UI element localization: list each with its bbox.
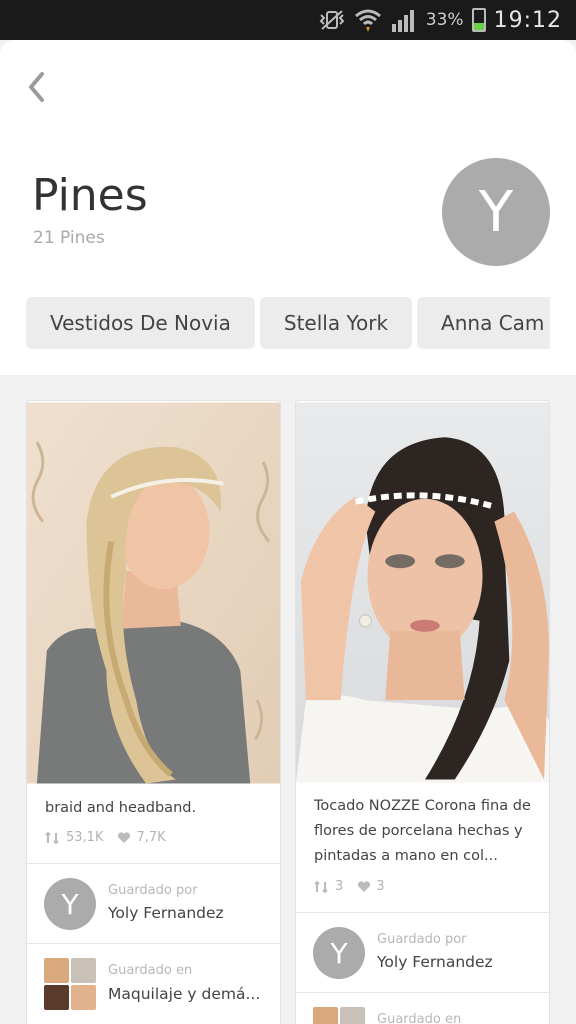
pin-caption: braid and headband.: [45, 800, 197, 816]
chip-anna-campbell[interactable]: Anna Cam: [417, 297, 550, 349]
like-stat: 7,7K: [117, 830, 166, 845]
caption-line: pintadas a mano en col...: [314, 848, 498, 864]
heart-icon: [118, 832, 131, 843]
pin-caption: Tocado NOZZE Corona fina de flores de po…: [314, 794, 531, 869]
page-title: Pines: [32, 170, 148, 221]
repin-stat: 3: [314, 879, 343, 894]
wifi-icon: [354, 9, 381, 32]
battery-icon: [471, 8, 486, 32]
saved-by-label: Guardado por: [108, 883, 198, 898]
status-icons: 33% 19:12: [318, 0, 562, 40]
back-arrow-icon[interactable]: [22, 68, 52, 106]
vibrate-off-icon: [319, 10, 345, 30]
saved-by-name[interactable]: Yoly Fernandez: [108, 904, 224, 922]
board-header: Pines 21 Pines Y Vestidos De Novia Stella…: [0, 40, 576, 375]
repin-count: 3: [335, 879, 344, 894]
like-stat: 3: [357, 879, 385, 894]
divider: [27, 943, 280, 944]
saved-by-name[interactable]: Yoly Fernandez: [377, 953, 493, 971]
like-count: 7,7K: [136, 830, 166, 845]
clock: 19:12: [493, 7, 562, 33]
caption-line: flores de porcelana hechas y: [314, 823, 523, 839]
saved-by-label: Guardado por: [377, 932, 467, 947]
saved-in-label: Guardado en: [108, 963, 193, 978]
heart-icon: [358, 881, 371, 892]
pin-stats: 3 3: [314, 879, 385, 894]
divider: [296, 992, 549, 993]
repin-stat: 53,1K: [45, 830, 103, 845]
pin-card[interactable]: Tocado NOZZE Corona fina de flores de po…: [295, 400, 550, 1024]
signal-icon: [391, 10, 414, 32]
chip-stella-york[interactable]: Stella York: [259, 297, 413, 349]
repin-count: 53,1K: [66, 830, 104, 845]
saver-avatar[interactable]: Y: [44, 878, 96, 930]
pin-image[interactable]: [27, 401, 280, 785]
pin-count: 21 Pines: [33, 228, 105, 248]
divider: [27, 863, 280, 864]
divider: [296, 912, 549, 913]
repin-icon: [314, 880, 328, 893]
status-bar: 33% 19:12: [0, 0, 576, 40]
saved-in-label: Guardado en: [377, 1012, 462, 1024]
like-count: 3: [376, 879, 385, 894]
user-avatar[interactable]: Y: [442, 158, 550, 266]
saved-in-board[interactable]: Maquilaje y demá...: [108, 985, 260, 1003]
pin-card[interactable]: braid and headband. 53,1K 7,7K Y Guardad…: [26, 400, 281, 1024]
chip-vestidos-de-novia[interactable]: Vestidos De Novia: [26, 297, 255, 349]
saver-avatar[interactable]: Y: [313, 927, 365, 979]
board-thumbnail[interactable]: [313, 1007, 365, 1024]
caption-line: Tocado NOZZE Corona fina de: [314, 798, 531, 814]
category-chips: Vestidos De Novia Stella York Anna Cam: [26, 297, 550, 349]
battery-percent: 33%: [425, 10, 464, 30]
repin-icon: [45, 831, 59, 844]
board-thumbnail[interactable]: [44, 958, 96, 1010]
pin-stats: 53,1K 7,7K: [45, 830, 166, 845]
pin-image[interactable]: [296, 401, 549, 784]
